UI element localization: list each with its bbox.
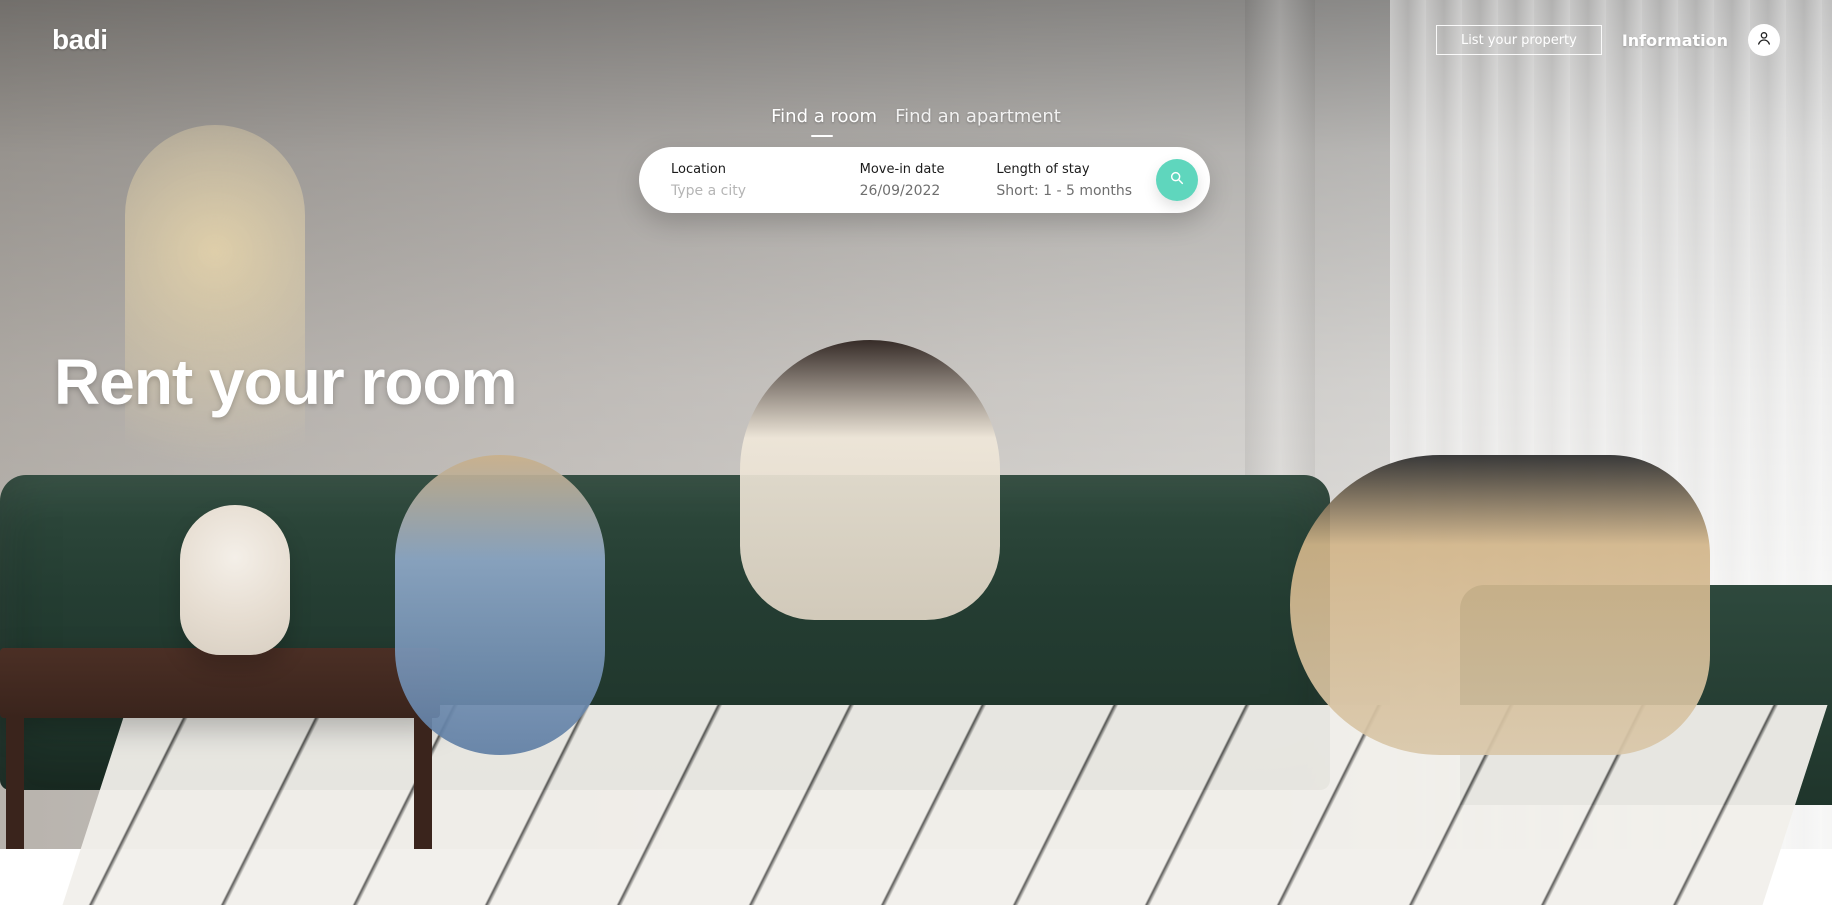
person-left — [395, 455, 605, 755]
hero-headline: Rent your room — [54, 346, 517, 418]
coffee-table — [0, 648, 440, 718]
length-of-stay-label: Length of stay — [996, 161, 1090, 177]
length-of-stay-field[interactable]: Length of stay Short: 1 - 5 months — [996, 147, 1156, 213]
move-in-date-value: 26/09/2022 — [859, 182, 941, 199]
tab-find-a-room[interactable]: Find a room — [771, 106, 877, 137]
brand-logo[interactable]: badi — [52, 24, 108, 56]
room-pillar — [1245, 0, 1315, 520]
tab-find-an-apartment[interactable]: Find an apartment — [895, 106, 1061, 137]
user-icon — [1756, 30, 1772, 50]
person-right — [1290, 455, 1710, 755]
length-of-stay-value: Short: 1 - 5 months — [996, 182, 1133, 199]
coffee-table-leg — [414, 718, 432, 849]
location-label: Location — [671, 161, 726, 177]
location-field[interactable]: Location Type a city — [671, 147, 860, 213]
coffee-table-leg — [6, 718, 24, 849]
move-in-date-label: Move-in date — [859, 161, 945, 177]
search-button[interactable] — [1156, 159, 1198, 201]
location-placeholder: Type a city — [671, 182, 746, 199]
search-bar: Location Type a city Move-in date 26/09/… — [639, 147, 1210, 213]
white-vase — [180, 505, 290, 655]
search-mode-tabs: Find a room Find an apartment — [0, 106, 1832, 137]
information-link[interactable]: Information — [1622, 31, 1728, 50]
header-actions: List your property Information — [1435, 24, 1780, 56]
list-your-property-button[interactable]: List your property — [1435, 25, 1602, 55]
account-button[interactable] — [1748, 24, 1780, 56]
search-icon — [1169, 170, 1185, 190]
move-in-date-field[interactable]: Move-in date 26/09/2022 — [860, 147, 997, 213]
person-center — [740, 340, 1000, 620]
